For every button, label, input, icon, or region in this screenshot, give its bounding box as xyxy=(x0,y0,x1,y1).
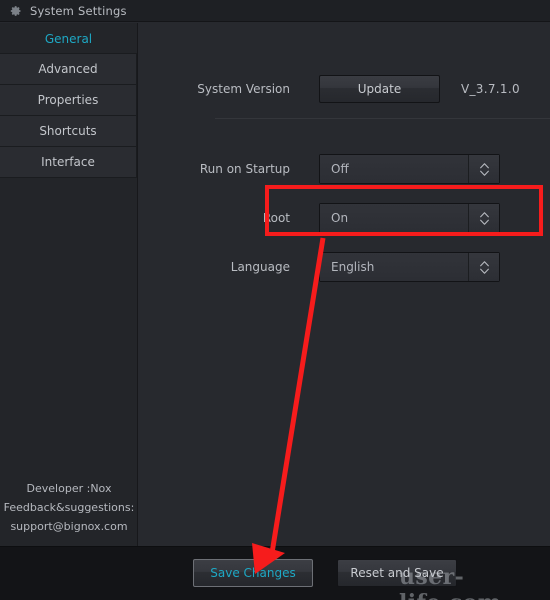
sidebar-item-label: Properties xyxy=(37,93,99,107)
row-root: Root On xyxy=(139,200,550,236)
language-value: English xyxy=(320,253,469,281)
language-select[interactable]: English xyxy=(319,252,500,282)
developer-text: Developer :Nox xyxy=(26,482,112,495)
settings-panel: System Version Update V_3.7.1.0 Run on S… xyxy=(139,23,550,546)
row-language: Language English xyxy=(139,249,550,285)
language-label: Language xyxy=(230,260,290,274)
root-label: Root xyxy=(262,211,290,225)
sidebar-item-label: Shortcuts xyxy=(39,124,97,138)
system-version-label: System Version xyxy=(197,82,290,96)
feedback-label: Feedback&suggestions: xyxy=(3,501,135,514)
spinner-chevrons-icon[interactable] xyxy=(469,253,499,281)
system-settings-window: System Settings General Advanced Propert… xyxy=(0,0,550,600)
sidebar-item-advanced[interactable]: Advanced xyxy=(0,53,137,85)
spinner-chevrons-icon[interactable] xyxy=(469,204,499,232)
root-value: On xyxy=(320,204,469,232)
version-value: V_3.7.1.0 xyxy=(461,82,520,96)
spinner-chevrons-icon[interactable] xyxy=(469,155,499,183)
run-on-startup-label: Run on Startup xyxy=(199,162,290,176)
reset-and-save-button[interactable]: Reset and Save xyxy=(337,559,457,587)
row-run-on-startup: Run on Startup Off xyxy=(139,151,550,187)
run-on-startup-select[interactable]: Off xyxy=(319,154,500,184)
sidebar-item-shortcuts[interactable]: Shortcuts xyxy=(0,115,137,147)
save-changes-button[interactable]: Save Changes xyxy=(193,559,313,587)
run-on-startup-value: Off xyxy=(320,155,469,183)
sidebar-item-label: Interface xyxy=(41,155,95,169)
section-divider xyxy=(215,118,550,119)
sidebar: General Advanced Properties Shortcuts In… xyxy=(0,23,138,546)
sidebar-item-properties[interactable]: Properties xyxy=(0,84,137,116)
sidebar-footer: Developer :Nox Feedback&suggestions: sup… xyxy=(0,479,138,536)
gear-icon xyxy=(10,5,21,16)
sidebar-item-general[interactable]: General xyxy=(0,23,137,54)
sidebar-item-label: Advanced xyxy=(38,62,98,76)
support-email[interactable]: support@bignox.com xyxy=(0,517,138,536)
sidebar-item-interface[interactable]: Interface xyxy=(0,146,137,178)
window-title: System Settings xyxy=(30,3,127,18)
sidebar-item-label: General xyxy=(44,31,93,46)
update-button[interactable]: Update xyxy=(319,75,440,103)
title-bar: System Settings xyxy=(0,0,550,22)
footer-bar: Save Changes Reset and Save xyxy=(0,546,550,600)
root-select[interactable]: On xyxy=(319,203,500,233)
row-system-version: System Version Update V_3.7.1.0 xyxy=(139,71,550,107)
